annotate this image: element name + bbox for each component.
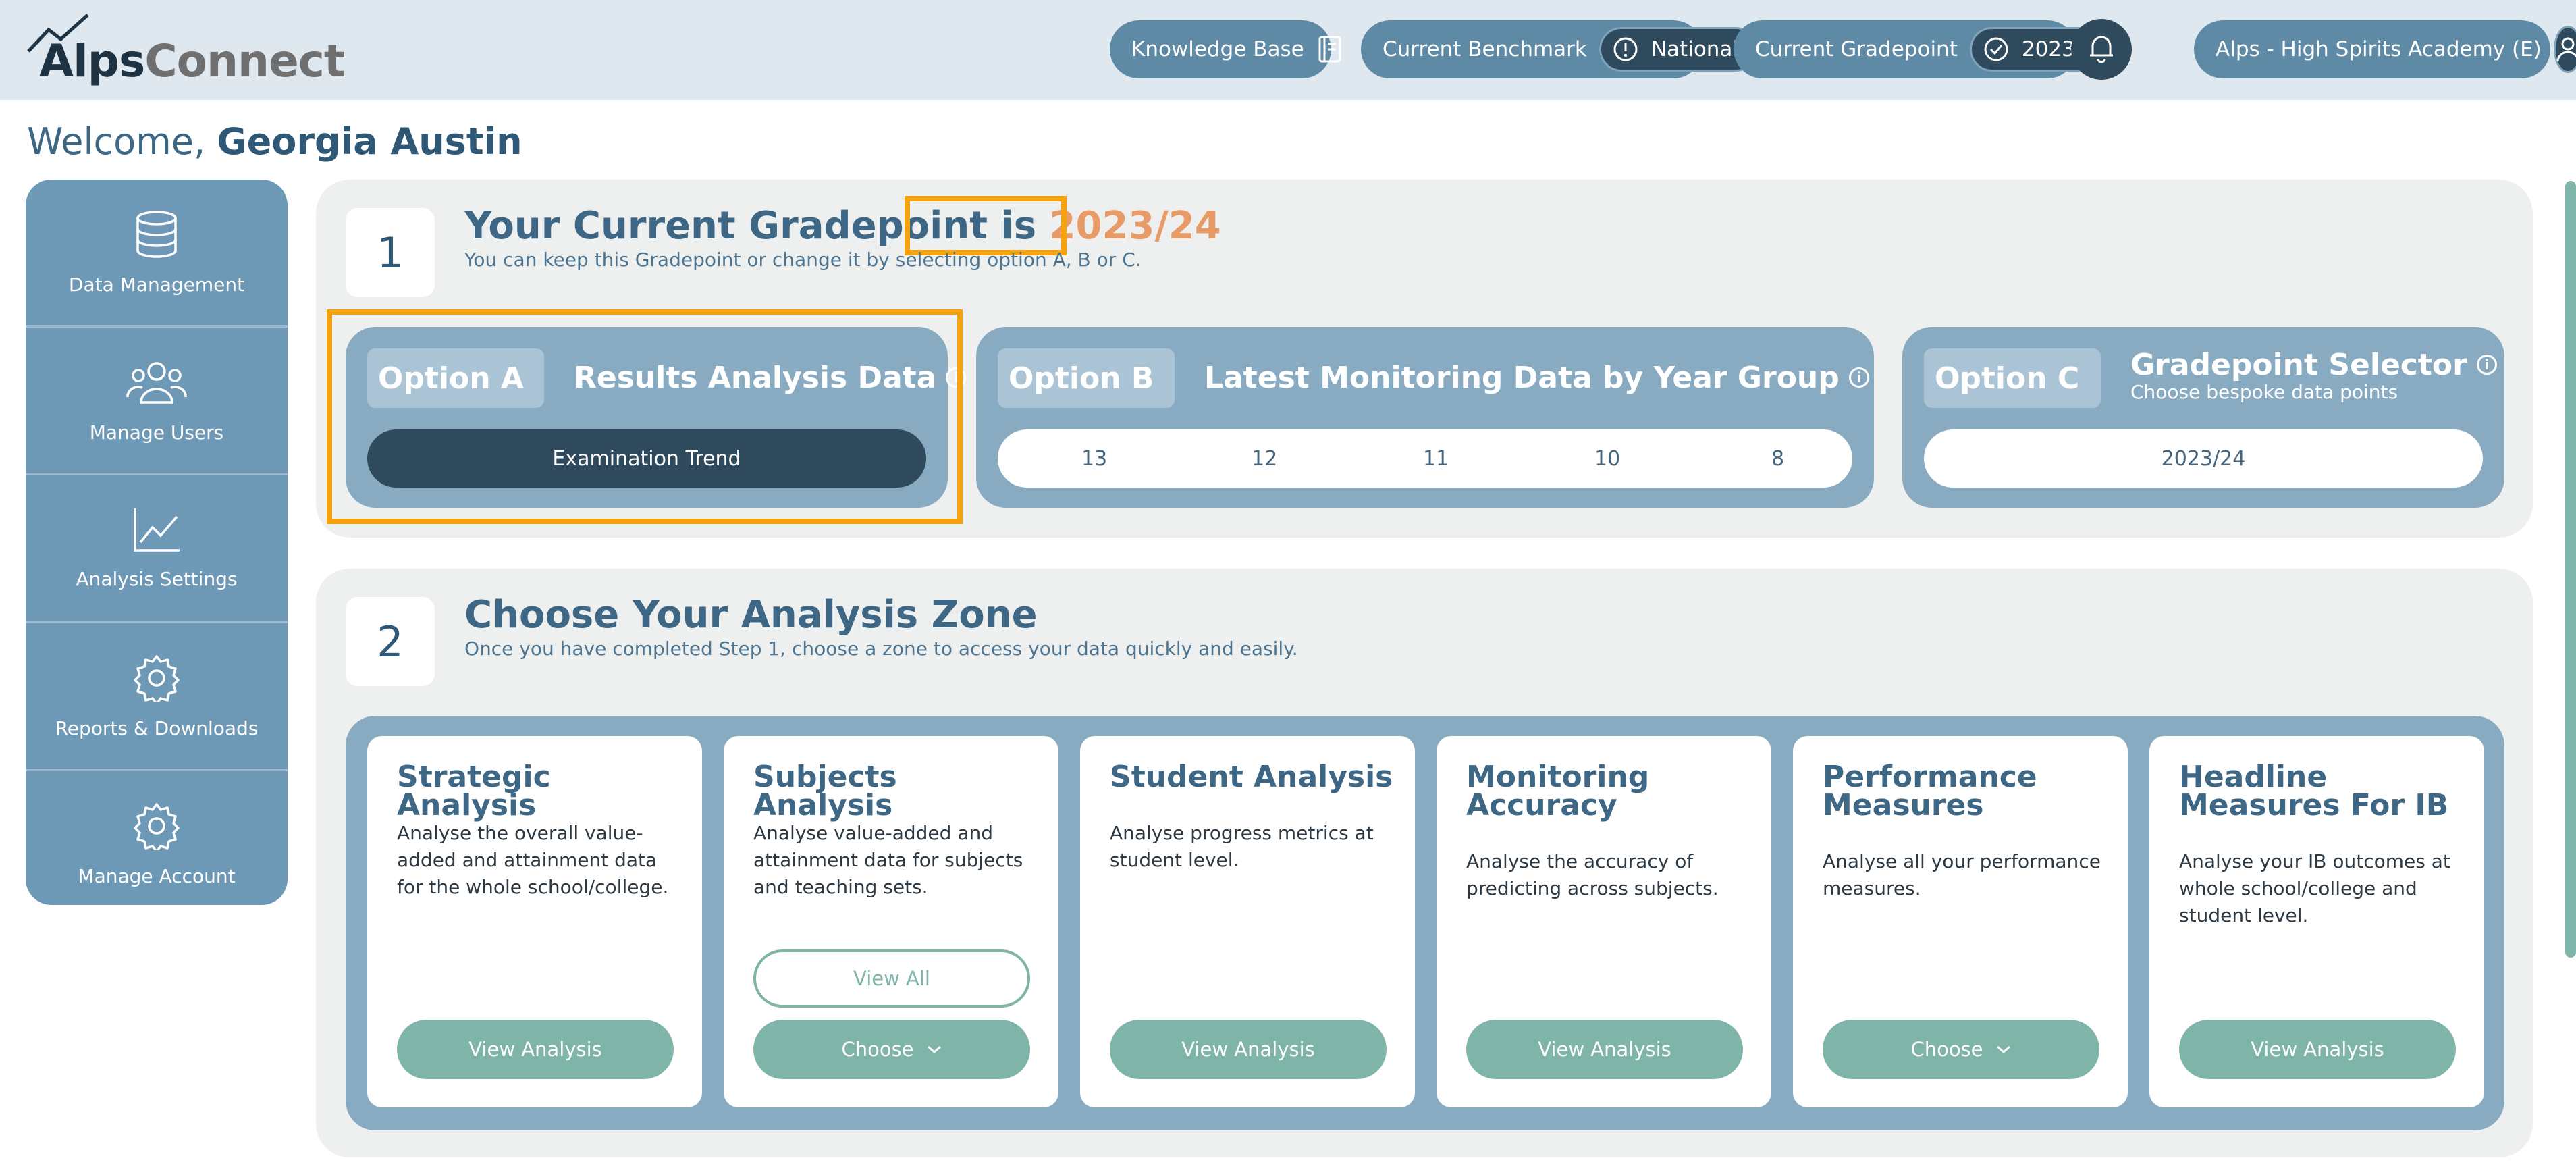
zone-title: Strategic Analysis (397, 760, 551, 822)
check-circle-icon (1983, 36, 2010, 63)
step1-subtitle: You can keep this Gradepoint or change i… (464, 249, 1142, 271)
gradepoint-label: Current Gradepoint (1755, 37, 1958, 61)
sidebar-item-manage-account[interactable]: Manage Account (26, 771, 288, 905)
zone-title: Student Analysis (1110, 760, 1393, 794)
option-b-title: Latest Monitoring Data by Year Group i (1204, 357, 1869, 398)
year-group-8[interactable]: 8 (1771, 447, 1784, 471)
knowledge-base-label: Knowledge Base (1131, 37, 1304, 61)
view-analysis-button[interactable]: View Analysis (1110, 1020, 1387, 1079)
choose-label: Choose (841, 1038, 914, 1061)
year-group-13[interactable]: 13 (1081, 447, 1107, 471)
zone-description: Analyse your IB outcomes at whole school… (2179, 850, 2450, 926)
sidebar-item-manage-users[interactable]: Manage Users (26, 328, 288, 473)
benchmark-label: Current Benchmark (1383, 37, 1587, 61)
benchmark-selector[interactable]: Current Benchmark National (1361, 20, 1759, 78)
notifications-button[interactable] (2071, 19, 2132, 80)
sidebar-item-reports-downloads[interactable]: Reports & Downloads (26, 623, 288, 769)
zone-card-student-analysis: Student Analysis Analyse progress metric… (1080, 736, 1415, 1107)
database-icon (136, 210, 177, 258)
welcome-heading: Welcome, Georgia Austin (27, 120, 522, 163)
chevron-down-icon (926, 1044, 942, 1055)
step2-number: 2 (346, 597, 435, 686)
step1-title: Your Current Gradepoint is 2023/24 (464, 204, 1221, 248)
zone-card-headline-measures-ib: Headline Measures For IB Analyse your IB… (2149, 736, 2484, 1107)
info-icon[interactable]: i (1848, 367, 1869, 388)
sidebar: Data Management Manage Users Analysis Se… (26, 180, 288, 905)
step2-subtitle: Once you have completed Step 1, choose a… (464, 637, 1298, 660)
current-gradepoint-year: 2023/24 (1049, 204, 1221, 248)
year-group-11[interactable]: 11 (1423, 447, 1449, 471)
book-icon (1318, 34, 1342, 64)
welcome-prefix: Welcome, (27, 120, 206, 163)
option-c-subtitle: Choose bespoke data points (2130, 381, 2398, 403)
gear-icon (134, 654, 180, 702)
year-group-selector: 13 12 11 10 8 (998, 429, 1852, 488)
gear-icon (134, 802, 180, 850)
choose-button[interactable]: Choose (753, 1020, 1030, 1079)
zone-card-strategic-analysis: Strategic Analysis Analyse the overall v… (367, 736, 702, 1107)
gradepoint-highlight-box (905, 196, 1067, 255)
line-chart-icon (134, 508, 180, 552)
zone-title: Headline Measures For IB (2179, 760, 2449, 822)
step1-number: 1 (346, 208, 435, 297)
alert-circle-icon (1612, 36, 1639, 63)
choose-label: Choose (1910, 1038, 1983, 1061)
view-analysis-button[interactable]: View Analysis (397, 1020, 674, 1079)
users-icon (126, 361, 187, 404)
page-scrollbar[interactable] (2565, 181, 2576, 958)
option-c-tag: Option C (1924, 348, 2101, 408)
chevron-down-icon (1995, 1044, 2012, 1055)
step2-title: Choose Your Analysis Zone (464, 593, 1038, 637)
zone-description: Analyse all your performance measures. (1823, 850, 2101, 899)
zone-description: Analyse progress metrics at student leve… (1110, 822, 1374, 871)
app-logo[interactable]: AlpsConnect (26, 9, 345, 89)
info-icon[interactable]: i (2476, 355, 2497, 375)
zone-title: Monitoring Accuracy (1466, 760, 1650, 822)
zone-description: Analyse the overall value-added and atta… (397, 822, 669, 898)
option-c-title: Gradepoint Selector i (2130, 346, 2497, 384)
zone-title: Subjects Analysis (753, 760, 897, 822)
view-analysis-button[interactable]: View Analysis (2179, 1020, 2456, 1079)
benchmark-value: National (1651, 37, 1739, 61)
gradepoint-selector[interactable]: Current Gradepoint 2023/24 (1734, 20, 2128, 78)
zone-card-performance-measures: Performance Measures Analyse all your pe… (1793, 736, 2128, 1107)
logo-wordmark: AlpsConnect (39, 35, 345, 87)
view-all-button[interactable]: View All (753, 949, 1030, 1008)
bell-icon (2087, 32, 2116, 66)
view-analysis-button[interactable]: View Analysis (1466, 1020, 1743, 1079)
zone-description: Analyse the accuracy of predicting acros… (1466, 850, 1719, 899)
zone-description: Analyse value-added and attainment data … (753, 822, 1023, 898)
year-group-12[interactable]: 12 (1252, 447, 1277, 471)
option-a-highlight-box (327, 309, 963, 524)
sidebar-item-label: Reports & Downloads (55, 716, 259, 739)
option-c-title-text: Gradepoint Selector (2130, 347, 2467, 382)
school-name: Alps - High Spirits Academy (E) (2216, 37, 2542, 61)
knowledge-base-button[interactable]: Knowledge Base (1110, 20, 1341, 78)
sidebar-item-data-management[interactable]: Data Management (26, 180, 288, 325)
school-account-menu[interactable]: Alps - High Spirits Academy (E) (2194, 20, 2576, 78)
sidebar-item-label: Data Management (68, 273, 245, 296)
sidebar-item-label: Analysis Settings (76, 567, 238, 590)
user-name: Georgia Austin (217, 120, 522, 163)
sidebar-item-label: Manage Account (78, 864, 236, 887)
year-group-10[interactable]: 10 (1594, 447, 1620, 471)
sidebar-item-label: Manage Users (89, 421, 224, 444)
gradepoint-selector-value[interactable]: 2023/24 (1924, 429, 2483, 488)
choose-button[interactable]: Choose (1823, 1020, 2099, 1079)
option-b-tag: Option B (998, 348, 1175, 408)
sidebar-item-analysis-settings[interactable]: Analysis Settings (26, 475, 288, 621)
zone-title: Performance Measures (1823, 760, 2037, 822)
zone-card-subjects-analysis: Subjects Analysis Analyse value-added an… (724, 736, 1058, 1107)
zone-card-monitoring-accuracy: Monitoring Accuracy Analyse the accuracy… (1437, 736, 1771, 1107)
option-b-title-text: Latest Monitoring Data by Year Group (1204, 360, 1840, 395)
